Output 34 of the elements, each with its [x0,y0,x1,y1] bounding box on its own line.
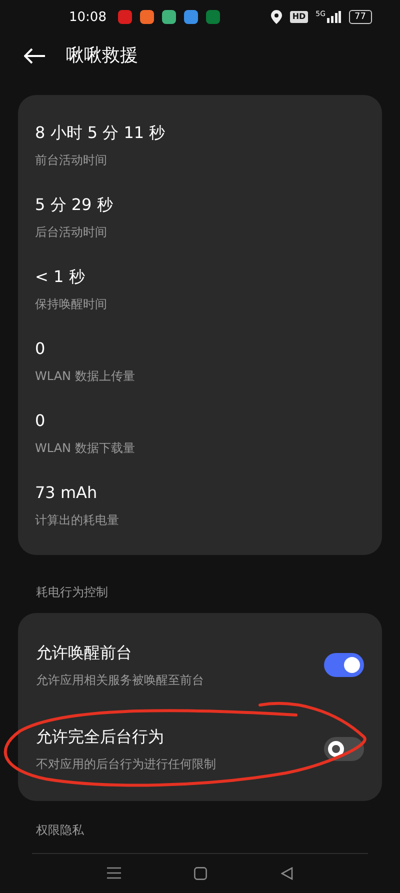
stat-label: 前台活动时间 [35,152,108,169]
battery-indicator: 77 [348,10,372,24]
hd-indicator: HD [290,11,308,24]
app-notification-icon [118,10,132,24]
back-icon[interactable] [281,866,294,880]
stat-label: 后台活动时间 [35,224,108,241]
setting-title: 允许唤醒前台 [36,642,133,664]
stat-value: 0 [35,338,46,360]
stat-value: 73 mAh [35,482,98,504]
stat-label: WLAN 数据上传量 [35,368,136,385]
status-time: 10:08 [69,8,106,27]
app-notification-icon [140,10,154,24]
toggle-switch[interactable] [324,652,364,677]
stat-label: 计算出的耗电量 [35,512,120,529]
stat-label: 保持唤醒时间 [35,296,108,313]
setting-subtitle: 允许应用相关服务被唤醒至前台 [36,672,205,689]
location-icon [271,10,282,24]
back-arrow-icon[interactable] [24,48,46,64]
setting-title: 允许完全后台行为 [36,726,165,748]
stat-value: 8 小时 5 分 11 秒 [35,122,166,144]
stat-value: < 1 秒 [35,266,86,288]
setting-subtitle: 不对应用的后台行为进行任何限制 [36,756,217,773]
menu-icon[interactable] [106,867,121,880]
page-title: 啾啾救援 [66,44,138,68]
home-icon[interactable] [194,866,208,880]
section-heading: 权限隐私 [35,822,85,839]
section-heading: 耗电行为控制 [35,584,109,601]
app-notification-icon [162,10,176,24]
app-notification-icon [184,10,198,24]
stat-label: WLAN 数据下载量 [35,440,136,457]
app-notification-icon [206,10,220,24]
stat-value: 5 分 29 秒 [35,194,114,216]
signal-icon [326,11,341,24]
stat-value: 0 [35,410,46,432]
